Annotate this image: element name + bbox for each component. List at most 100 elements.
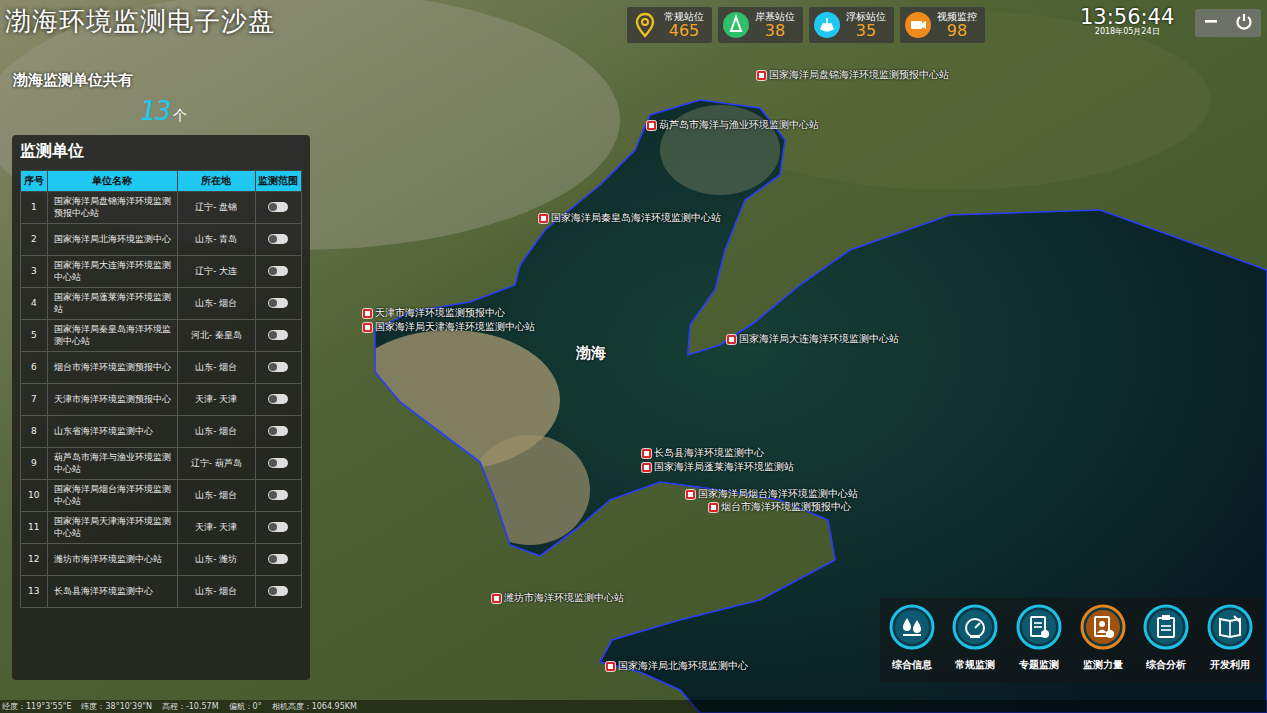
stat-icon [904,11,932,39]
range-toggle[interactable] [268,490,288,500]
summary-count-row: 13个 [140,96,187,126]
window-buttons [1195,9,1261,37]
pin-label: 国家海洋局盘锦海洋环境监测预报中心站 [769,68,949,82]
summary-count: 13 [140,96,171,126]
range-cell [255,256,301,288]
table-row[interactable]: 13长岛县海洋环境监测中心山东- 烟台 [21,576,302,608]
unit-name: 烟台市海洋环境监测预报中心 [47,352,178,384]
map-pin[interactable]: 国家海洋局北海环境监测中心 [605,659,748,673]
toggle-knob [269,235,277,243]
unit-location: 辽宁- 葫芦岛 [178,448,255,480]
row-index: 5 [21,320,48,352]
nav-button[interactable]: 综合信息 [881,604,943,672]
range-toggle[interactable] [268,426,288,436]
map-pin[interactable]: 潍坊市海洋环境监测中心站 [491,591,624,605]
unit-location: 山东- 烟台 [178,288,255,320]
nav-button[interactable]: 综合分析 [1135,604,1197,672]
summary-unit: 个 [173,107,187,125]
power-button[interactable] [1235,12,1253,34]
toggle-knob [269,523,277,531]
map-pin[interactable]: 国家海洋局烟台海洋环境监测中心站 [685,487,858,501]
stat-icon [813,11,841,39]
range-cell [255,416,301,448]
table-row[interactable]: 4国家海洋局蓬莱海洋环境监测站山东- 烟台 [21,288,302,320]
stat-card[interactable]: 视频监控98 [900,7,985,43]
toggle-knob [269,331,277,339]
table-row[interactable]: 1国家海洋局盘锦海洋环境监测预报中心站辽宁- 盘锦 [21,192,302,224]
range-toggle[interactable] [268,202,288,212]
range-cell [255,224,301,256]
map-pin[interactable]: 烟台市海洋环境监测预报中心 [708,500,851,514]
table-row[interactable]: 11国家海洋局天津海洋环境监测中心站天津- 天津 [21,512,302,544]
toggle-knob [269,427,277,435]
range-toggle[interactable] [268,330,288,340]
nav-button[interactable]: 开发利用 [1199,604,1261,672]
map-pin[interactable]: 葫芦岛市海洋与渔业环境监测中心站 [646,118,819,132]
map-pin[interactable]: 国家海洋局大连海洋环境监测中心站 [726,332,899,346]
map-pin[interactable]: 长岛县海洋环境监测中心 [641,446,764,460]
column-header: 序号 [21,171,48,192]
table-row[interactable]: 10国家海洋局烟台海洋环境监测中心站山东- 烟台 [21,480,302,512]
unit-location: 山东- 烟台 [178,480,255,512]
range-toggle[interactable] [268,586,288,596]
station-icon [641,462,652,473]
map-pin[interactable]: 国家海洋局秦皇岛海洋环境监测中心站 [538,211,721,225]
unit-name: 国家海洋局蓬莱海洋环境监测站 [47,288,178,320]
range-toggle[interactable] [268,522,288,532]
nav-icon [889,604,935,650]
minimize-icon [1203,13,1219,29]
toggle-knob [269,363,277,371]
table-row[interactable]: 7天津市海洋环境监测预报中心天津- 天津 [21,384,302,416]
station-icon [646,120,657,131]
table-row[interactable]: 3国家海洋局大连海洋环境监测中心站辽宁- 大连 [21,256,302,288]
range-toggle[interactable] [268,298,288,308]
unit-name: 天津市海洋环境监测预报中心 [47,384,178,416]
column-header: 所在地 [178,171,255,192]
range-cell [255,352,301,384]
unit-location: 辽宁- 大连 [178,256,255,288]
toggle-knob [269,299,277,307]
stat-card[interactable]: 浮标站位35 [809,7,894,43]
range-toggle[interactable] [268,266,288,276]
map-pin[interactable]: 国家海洋局天津海洋环境监测中心站 [362,320,535,334]
clock-time: 13:56:44 [1080,6,1174,28]
range-cell [255,576,301,608]
table-row[interactable]: 12潍坊市海洋环境监测中心站山东- 潍坊 [21,544,302,576]
status-item: 偏航：0° [229,701,262,712]
stat-text: 视频监控98 [937,11,977,40]
status-item: 相机高度：1064.95KM [272,701,357,712]
toggle-knob [269,203,277,211]
pin-label: 国家海洋局北海环境监测中心 [618,659,748,673]
range-toggle[interactable] [268,234,288,244]
nav-button[interactable]: 专题监测 [1008,604,1070,672]
map-pin[interactable]: 国家海洋局蓬莱海洋环境监测站 [641,460,794,474]
range-toggle[interactable] [268,458,288,468]
table-row[interactable]: 9葫芦岛市海洋与渔业环境监测中心站辽宁- 葫芦岛 [21,448,302,480]
nav-icon [952,604,998,650]
nav-button[interactable]: 常规监测 [944,604,1006,672]
summary-label: 渤海监测单位共有 [13,71,187,90]
range-cell [255,288,301,320]
unit-location: 山东- 潍坊 [178,544,255,576]
unit-location: 山东- 烟台 [178,352,255,384]
table-row[interactable]: 2国家海洋局北海环境监测中心山东- 青岛 [21,224,302,256]
map-pin[interactable]: 国家海洋局盘锦海洋环境监测预报中心站 [756,68,949,82]
stat-label: 视频监控 [937,11,977,22]
station-icon [685,489,696,500]
table-row[interactable]: 5国家海洋局秦皇岛海洋环境监测中心站河北- 秦皇岛 [21,320,302,352]
stat-icon [631,11,659,39]
row-index: 10 [21,480,48,512]
map-pin[interactable]: 天津市海洋环境监测预报中心 [362,306,505,320]
minimize-button[interactable] [1203,13,1219,33]
pin-label: 长岛县海洋环境监测中心 [654,446,764,460]
table-row[interactable]: 6烟台市海洋环境监测预报中心山东- 烟台 [21,352,302,384]
range-toggle[interactable] [268,554,288,564]
range-toggle[interactable] [268,362,288,372]
range-toggle[interactable] [268,394,288,404]
unit-name: 山东省海洋环境监测中心 [47,416,178,448]
stat-card[interactable]: 常规站位465 [627,7,712,43]
nav-button[interactable]: 监测力量 [1072,604,1134,672]
table-row[interactable]: 8山东省海洋环境监测中心山东- 烟台 [21,416,302,448]
stat-card[interactable]: 岸基站位38 [718,7,803,43]
station-icon [756,70,767,81]
